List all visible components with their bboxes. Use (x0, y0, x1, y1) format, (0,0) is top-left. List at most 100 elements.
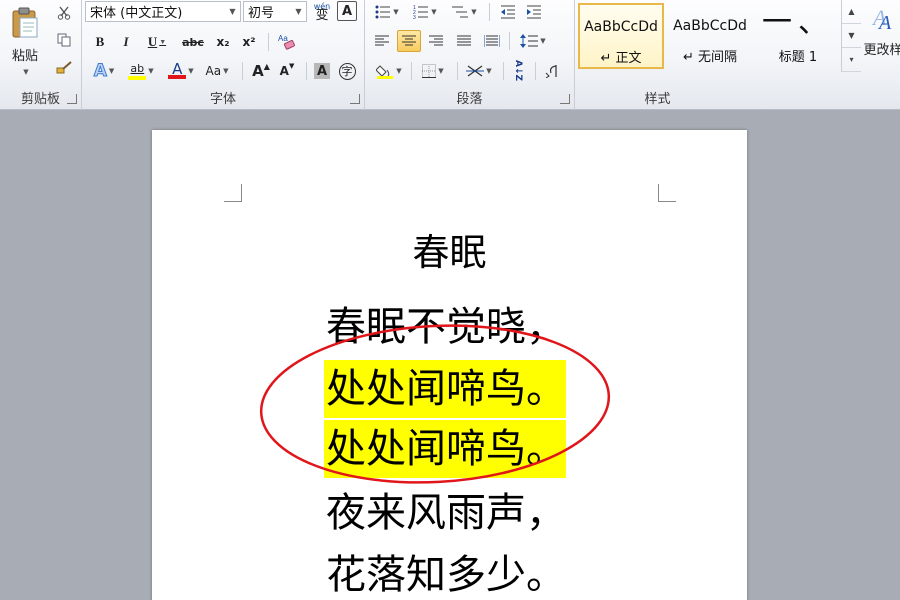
italic-label: I (123, 34, 129, 49)
grow-font-label: A (252, 62, 264, 80)
decrease-indent-button[interactable] (497, 2, 519, 22)
italic-button[interactable]: I (116, 32, 136, 52)
phonetic-guide-button[interactable]: wén 变 (311, 0, 333, 22)
style-heading-1[interactable]: 一、 标题 1 (755, 3, 841, 69)
subscript-label: x₂ (216, 35, 230, 49)
chinese-layout-button[interactable]: ▼ (461, 60, 497, 82)
clipboard-icon (12, 7, 38, 37)
font-name-select[interactable]: 宋体 (中文正文) ▼ (85, 1, 241, 22)
svg-text:A: A (877, 12, 892, 33)
bold-button[interactable]: B (90, 32, 110, 52)
borders-dropdown-icon: ▼ (438, 67, 444, 75)
line-spacing-dropdown-icon: ▼ (540, 37, 546, 45)
poem-title[interactable]: 春眠 (152, 222, 747, 276)
distributed-button[interactable] (481, 30, 503, 52)
superscript-button[interactable]: x² (238, 32, 260, 52)
paragraph-mark-icon (545, 65, 557, 78)
enclose-characters-label: 字 (338, 62, 356, 80)
svg-text:Aa: Aa (278, 34, 288, 43)
numbering-dropdown-icon: ▼ (431, 8, 437, 16)
superscript-label: x² (242, 35, 256, 49)
paste-dropdown-icon: ▼ (23, 67, 29, 76)
subscript-button[interactable]: x₂ (212, 32, 234, 52)
format-painter-button[interactable] (52, 58, 76, 78)
numbered-list-icon: 1 2 3 (413, 5, 429, 19)
numbering-button[interactable]: 1 2 3 ▼ (409, 2, 441, 22)
indent-icon (527, 5, 541, 19)
style-no-spacing[interactable]: AaBbCcDd ↵ 无间隔 (667, 3, 753, 69)
underline-label: U (147, 34, 158, 49)
font-size-value: 初号 (248, 6, 275, 21)
paste-button[interactable]: 粘贴 ▼ (4, 2, 46, 80)
document-page[interactable]: 春眠 春眠不觉晓， 处处闻啼鸟。 处处闻啼鸟。 夜来风雨声， 花落知多少。 (152, 130, 747, 600)
increase-indent-button[interactable] (523, 2, 545, 22)
eraser-icon: Aa (278, 34, 295, 50)
font-size-select[interactable]: 初号 ▼ (243, 1, 307, 22)
align-center-button[interactable] (397, 30, 421, 52)
justify-button[interactable] (453, 30, 475, 52)
borders-button[interactable]: ▼ (415, 60, 451, 82)
gallery-scroll-down[interactable]: ▼ (842, 24, 861, 48)
enclose-characters-button[interactable]: 字 (337, 61, 357, 81)
font-color-label: A (172, 60, 183, 78)
poem-line-2-highlighted[interactable]: 处处闻啼鸟。 (324, 360, 566, 418)
shrink-font-button[interactable]: A ▼ (276, 60, 298, 82)
strikethrough-label: abc (182, 35, 204, 49)
sort-icon: A↓Z (513, 60, 523, 82)
highlight-color-button[interactable]: ab ▼ (124, 60, 158, 82)
strikethrough-button[interactable]: abc (180, 32, 206, 52)
gallery-more[interactable]: ▾ (842, 48, 861, 72)
style-heading-1-sample: 一、 (762, 5, 834, 40)
outdent-icon (501, 5, 515, 19)
character-shading-button[interactable]: A (312, 61, 332, 81)
change-case-dropdown-icon: ▼ (223, 67, 229, 75)
line-spacing-icon (520, 34, 539, 48)
change-styles-button[interactable]: A A 更改样 (863, 2, 900, 72)
paragraph-dialog-launcher[interactable] (560, 94, 570, 104)
paragraph-shading-button[interactable]: ▼ (371, 60, 407, 82)
styles-gallery-scroll: ▲ ▼ ▾ (841, 0, 861, 72)
text-effects-dropdown-icon: ▼ (108, 67, 115, 75)
style-no-spacing-name: ↵ 无间隔 (682, 50, 738, 65)
multilevel-list-button[interactable]: ▼ (447, 2, 481, 22)
font-group: 宋体 (中文正文) ▼ 初号 ▼ wén 变 A B I U ▼ abc x₂ x… (82, 0, 365, 110)
font-group-label: 字体 (209, 92, 236, 107)
bullets-button[interactable]: ▼ (371, 2, 403, 22)
text-effects-label: A (93, 61, 107, 82)
sort-button[interactable]: A↓Z (507, 60, 529, 82)
shrink-arrow-icon: ▼ (288, 62, 295, 70)
cut-button[interactable] (52, 3, 76, 23)
grow-arrow-icon: ▲ (263, 61, 270, 71)
copy-button[interactable] (52, 30, 76, 50)
show-marks-button[interactable] (541, 60, 563, 82)
style-normal[interactable]: AaBbCcDd ↵ 正文 (578, 3, 664, 69)
style-normal-name: ↵ 正文 (600, 51, 642, 66)
copy-icon (57, 33, 71, 47)
poem-line-5[interactable]: 花落知多少。 (324, 546, 566, 600)
line-spacing-button[interactable]: ▼ (515, 30, 551, 52)
font-dialog-launcher[interactable] (350, 94, 360, 104)
grow-font-button[interactable]: A ▲ (250, 60, 272, 82)
poem-line-3-highlighted[interactable]: 处处闻啼鸟。 (324, 420, 566, 478)
font-color-button[interactable]: A ▼ (164, 60, 198, 82)
clipboard-dialog-launcher[interactable] (67, 94, 77, 104)
character-border-button[interactable]: A (337, 1, 357, 21)
highlighter-icon: ab (128, 63, 147, 80)
font-size-dropdown-icon: ▼ (295, 7, 302, 16)
change-styles-label: 更改样 (863, 43, 900, 58)
poem-line-4[interactable]: 夜来风雨声， (324, 484, 566, 542)
underline-button[interactable]: U ▼ (142, 32, 172, 52)
shrink-font-label: A (279, 64, 289, 78)
poem-line-1[interactable]: 春眠不觉晓， (324, 298, 566, 356)
align-left-button[interactable] (371, 30, 393, 52)
clear-formatting-button[interactable]: Aa (274, 30, 298, 52)
paint-bucket-icon (376, 65, 394, 79)
margin-corner-top-right (658, 184, 676, 202)
change-case-button[interactable]: Aa ▼ (202, 60, 232, 82)
font-color-icon: A (168, 60, 187, 79)
gallery-scroll-up[interactable]: ▲ (842, 0, 861, 24)
document-area[interactable]: 春眠 春眠不觉晓， 处处闻啼鸟。 处处闻啼鸟。 夜来风雨声， 花落知多少。 (0, 110, 900, 600)
font-name-dropdown-icon: ▼ (229, 7, 236, 16)
text-effects-button[interactable]: A ▼ (88, 60, 120, 82)
align-right-button[interactable] (425, 30, 447, 52)
